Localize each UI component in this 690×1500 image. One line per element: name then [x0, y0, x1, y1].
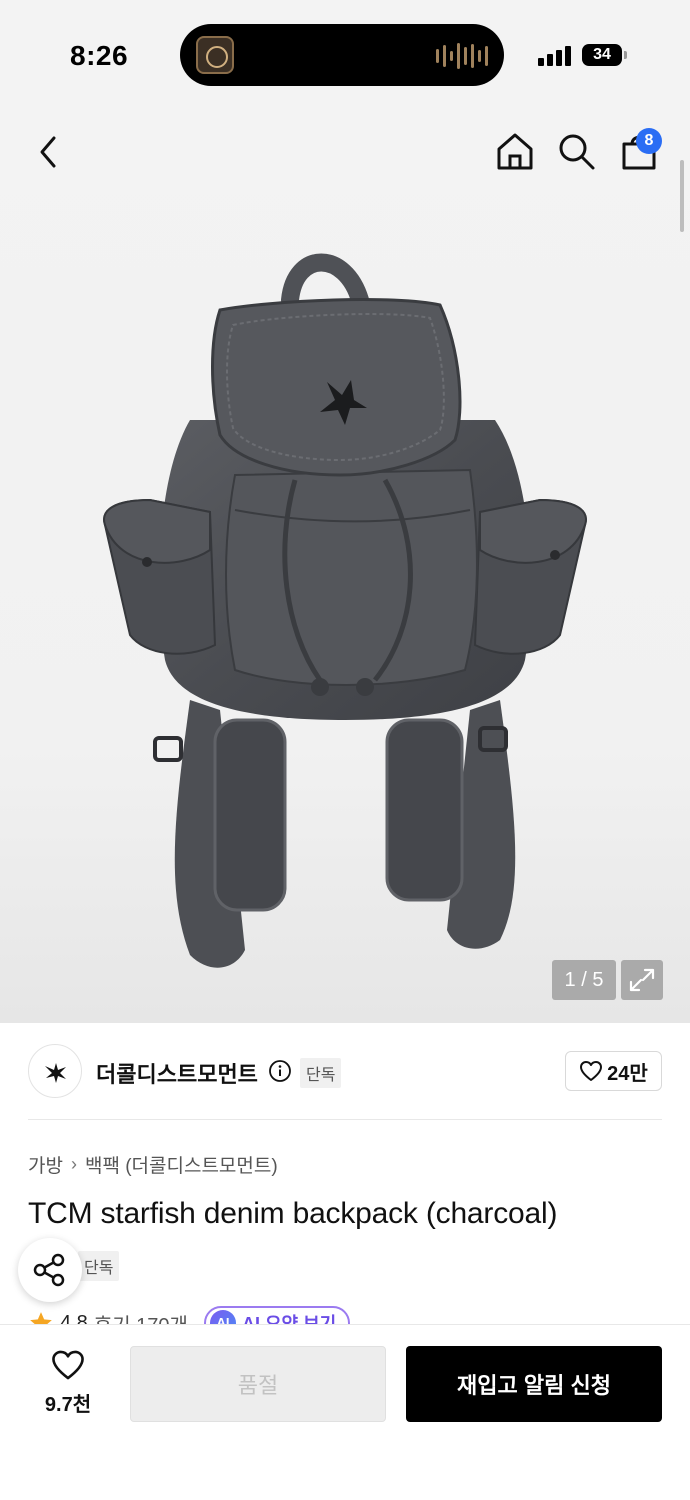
breadcrumb-subcategory[interactable]: 백팩 (더콜디스트모먼트): [85, 1151, 278, 1178]
search-button[interactable]: [555, 130, 597, 172]
back-button[interactable]: [30, 130, 70, 174]
brand-like-count: 24만: [607, 1062, 648, 1085]
rating-value: 4.8: [60, 1311, 88, 1325]
product-title: TCM starfish denim backpack (charcoal): [28, 1197, 558, 1230]
starfish-logo-icon: [45, 1063, 66, 1083]
restock-alert-button[interactable]: 재입고 알림 신청: [406, 1346, 662, 1422]
ai-badge: AI: [209, 1310, 236, 1324]
expand-image-button[interactable]: [621, 960, 663, 1000]
scroll-indicator: [680, 160, 684, 232]
wishlist-button[interactable]: 9.7천: [36, 1349, 100, 1416]
brand-like-button[interactable]: 24만: [565, 1051, 662, 1091]
divider: [28, 1119, 662, 1120]
product-photo-backpack: [103, 253, 587, 968]
chevron-right-icon: ›: [70, 1154, 77, 1174]
info-icon[interactable]: [268, 1059, 292, 1083]
status-bar: 8:26 34: [0, 0, 690, 110]
now-playing-artwork: [196, 36, 234, 74]
home-icon: [497, 133, 533, 170]
heart-icon: [52, 1350, 84, 1380]
battery-indicator: 34: [582, 44, 627, 66]
home-button[interactable]: [494, 130, 536, 172]
share-icon: [33, 1253, 65, 1287]
brand-name[interactable]: 더콜디스트모먼트: [96, 1057, 258, 1089]
breadcrumb-category[interactable]: 가방: [28, 1151, 63, 1178]
brand-row: 더콜디스트모먼트 단독 24만: [0, 1023, 690, 1119]
heart-icon: [580, 1061, 603, 1081]
share-button[interactable]: [18, 1238, 82, 1302]
breadcrumb: 가방 › 백팩 (더콜디스트모먼트): [28, 1151, 278, 1178]
dynamic-island: [180, 24, 504, 86]
exclusive-badge: 단독: [78, 1251, 120, 1281]
sold-out-button: 품절: [130, 1346, 386, 1422]
ai-summary-label: AI 요약 보기: [241, 1314, 337, 1324]
bottom-action-bar: 9.7천 품절 재입고 알림 신청: [0, 1324, 690, 1500]
product-image-gallery[interactable]: 8 1 / 5: [0, 110, 690, 1023]
rating-row: 4.8 후기 170개 AI AI 요약 보기: [28, 1306, 688, 1324]
ai-summary-button[interactable]: AI AI 요약 보기: [203, 1306, 351, 1324]
wishlist-count: 9.7천: [44, 1394, 92, 1416]
brand-logo[interactable]: [28, 1044, 82, 1098]
search-icon: [559, 134, 595, 170]
image-counter: 1 / 5: [552, 960, 616, 1000]
star-icon: [30, 1312, 52, 1324]
cart-count-badge: 8: [636, 128, 662, 154]
status-time: 8:26: [70, 40, 129, 71]
cellular-signal-icon: [538, 44, 571, 66]
back-icon: [40, 136, 56, 168]
exclusive-badge: 단독: [300, 1058, 342, 1088]
review-count-link[interactable]: 후기 170개: [94, 1309, 188, 1325]
audio-waveform-icon: [436, 42, 488, 70]
expand-icon: [629, 968, 655, 992]
